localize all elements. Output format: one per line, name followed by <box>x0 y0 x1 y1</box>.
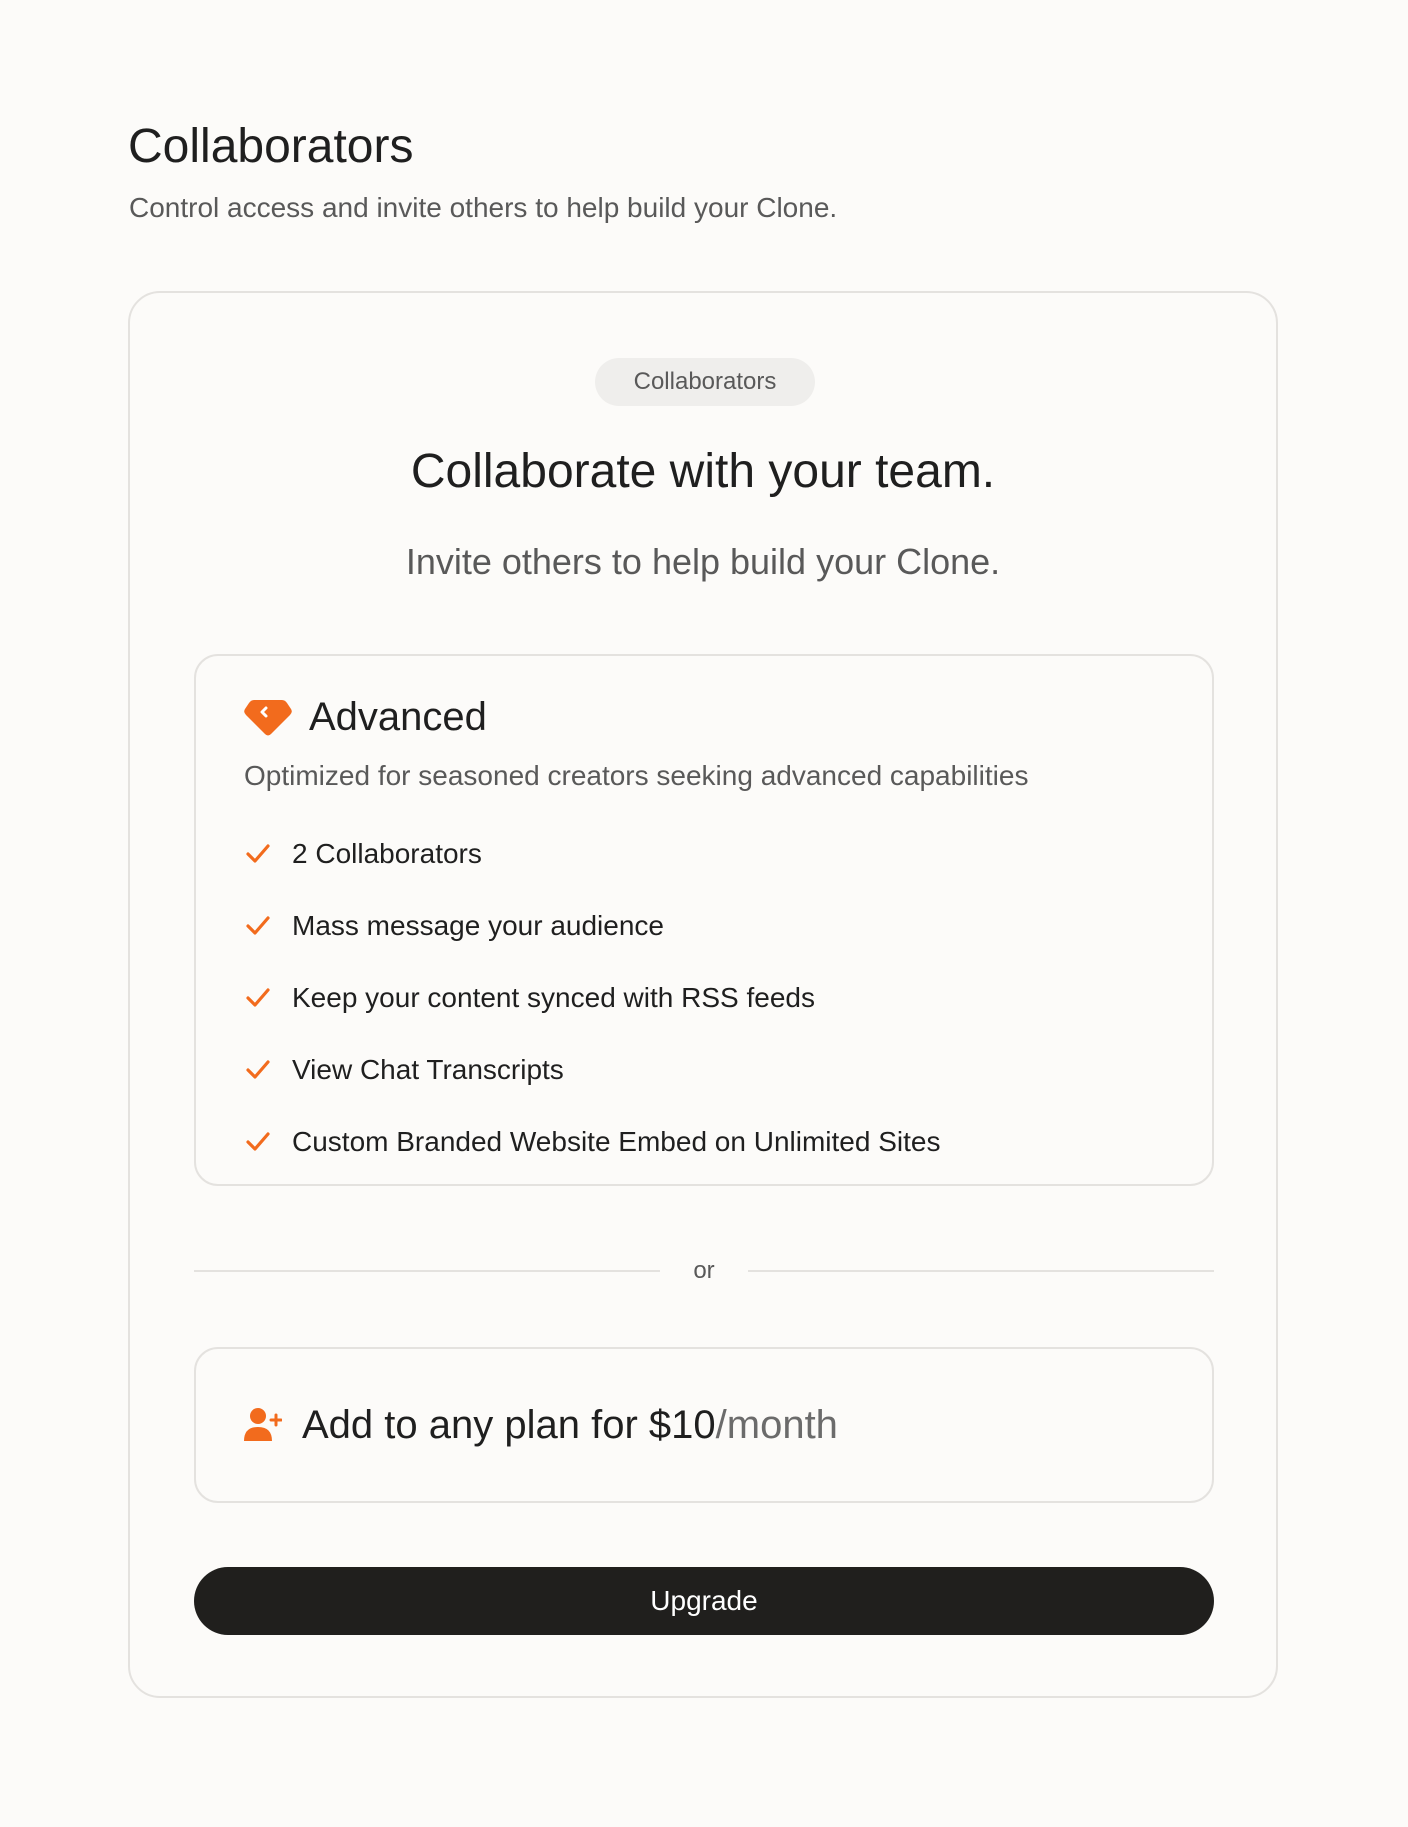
addon-box: Add to any plan for $10/month <box>194 1347 1214 1503</box>
divider-line <box>748 1270 1214 1272</box>
page-subtitle: Control access and invite others to help… <box>129 192 838 223</box>
check-icon <box>246 1132 270 1151</box>
plan-description: Optimized for seasoned creators seeking … <box>244 760 1029 791</box>
feature-list: 2 Collaborators Mass message your audien… <box>244 818 940 1178</box>
card-heading: Collaborate with your team. <box>410 445 996 498</box>
upgrade-button[interactable]: Upgrade <box>194 1567 1214 1635</box>
advanced-plan-box: Advanced Optimized for seasoned creators… <box>194 654 1214 1186</box>
feature-label: Mass message your audience <box>292 910 664 941</box>
check-icon <box>246 1060 270 1079</box>
feature-item: Mass message your audience <box>244 890 940 962</box>
feature-label: View Chat Transcripts <box>292 1054 564 1085</box>
feature-item: Keep your content synced with RSS feeds <box>244 962 940 1034</box>
diamond-tag-icon <box>244 700 292 736</box>
feature-label: Keep your content synced with RSS feeds <box>292 982 815 1013</box>
collaborators-card: Collaborators Collaborate with your team… <box>128 291 1278 1698</box>
feature-label: Custom Branded Website Embed on Unlimite… <box>292 1126 941 1157</box>
feature-item: Custom Branded Website Embed on Unlimite… <box>244 1106 940 1178</box>
addon-price-unit: /month <box>715 1403 838 1447</box>
addon-price: Add to any plan for $10 <box>302 1403 716 1447</box>
feature-item: 2 Collaborators <box>244 818 940 890</box>
check-icon <box>246 844 270 863</box>
add-user-icon <box>244 1408 282 1441</box>
page-title: Collaborators <box>128 120 414 173</box>
feature-item: View Chat Transcripts <box>244 1034 940 1106</box>
section-pill: Collaborators <box>595 358 815 406</box>
addon-price-text: Add to any plan for $10/month <box>302 1399 838 1451</box>
check-icon <box>246 988 270 1007</box>
card-subheading: Invite others to help build your Clone. <box>405 541 1001 582</box>
or-divider: or <box>194 1254 1214 1288</box>
feature-label: 2 Collaborators <box>292 838 482 869</box>
divider-line <box>194 1270 660 1272</box>
check-icon <box>246 916 270 935</box>
divider-text: or <box>693 1257 715 1284</box>
plan-name: Advanced <box>309 695 487 739</box>
